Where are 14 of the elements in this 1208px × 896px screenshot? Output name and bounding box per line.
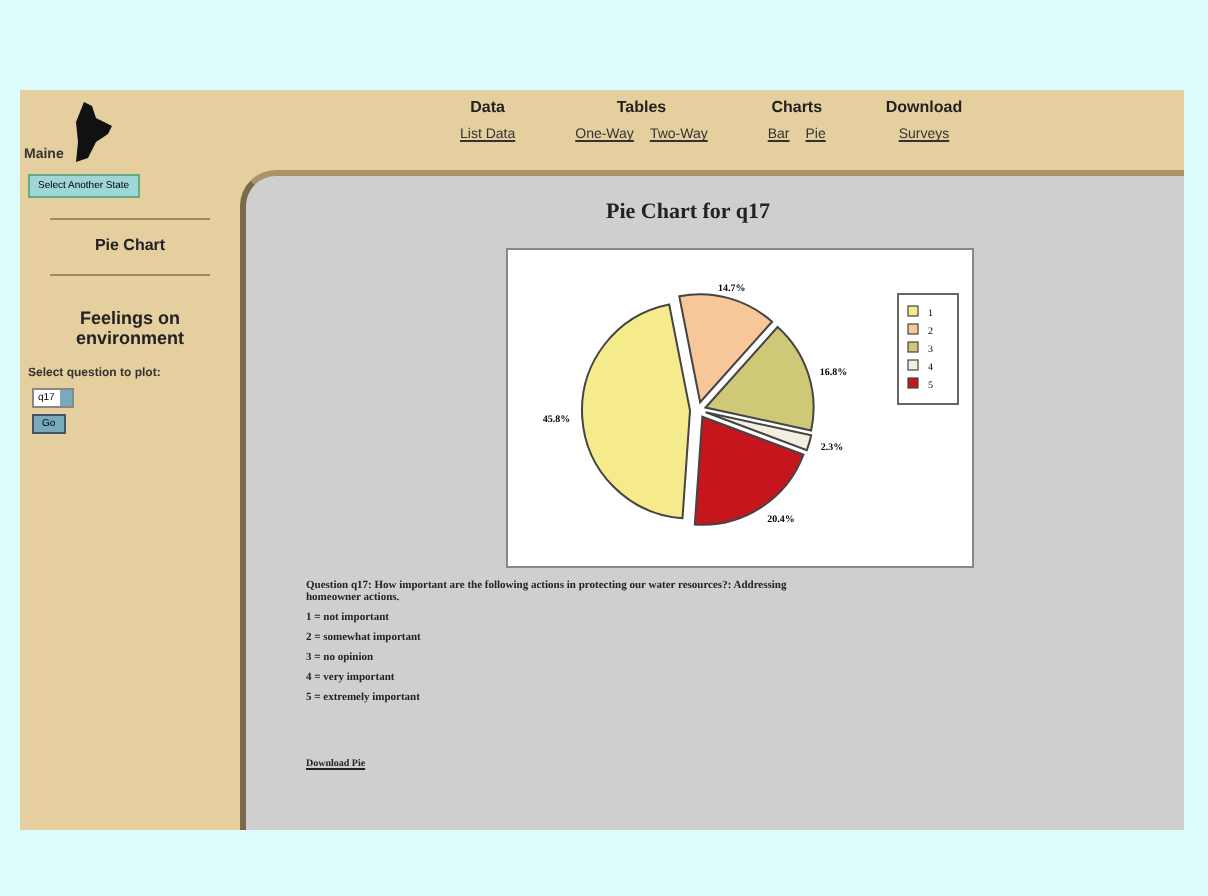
nav-heading: Download — [885, 98, 963, 116]
topic-title: Feelings on environment — [73, 308, 186, 348]
legend-swatch — [907, 359, 919, 371]
legend-swatch — [907, 305, 919, 317]
chart-title: Pie Chart for q17 — [606, 200, 772, 224]
state-map-icon — [71, 102, 116, 162]
nav-heading: Charts — [771, 98, 823, 116]
nav-heading: Data — [470, 98, 505, 116]
nav-heading: Tables — [616, 98, 667, 116]
legend-box — [897, 293, 959, 405]
section-title: Pie Chart — [94, 236, 166, 254]
legend-swatch — [907, 377, 919, 389]
legend-swatch — [907, 341, 919, 353]
legend-swatch — [907, 323, 919, 335]
